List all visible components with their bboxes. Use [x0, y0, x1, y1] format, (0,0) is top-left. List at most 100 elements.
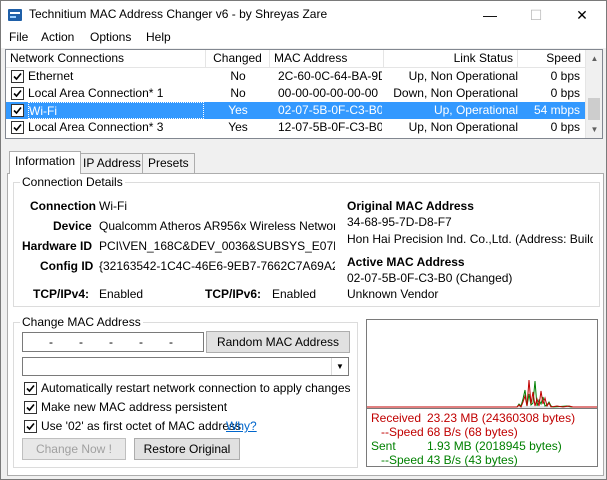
cell-status: Up, Non Operational: [408, 120, 518, 134]
mac-separator: -: [79, 335, 83, 349]
table-row-selected[interactable]: Wi-Fi Yes 02-07-5B-0F-C3-B0 Up, Operatio…: [6, 102, 586, 119]
hardware-id-label: Hardware ID: [22, 239, 93, 253]
sent-series-line: [367, 380, 597, 408]
connections-list[interactable]: Network Connections Changed MAC Address …: [5, 49, 603, 139]
table-row[interactable]: Ethernet No 2C-60-0C-64-BA-9D Up, Non Op…: [6, 68, 586, 85]
persistent-checkbox[interactable]: [24, 401, 37, 414]
config-id-label: Config ID: [40, 259, 94, 273]
connection-label: Connection: [30, 199, 96, 213]
mac-separator: -: [49, 335, 53, 349]
received-series-line: [367, 379, 597, 408]
col-speed[interactable]: Speed: [518, 50, 586, 68]
maximize-button[interactable]: ☐: [513, 1, 559, 29]
menu-file[interactable]: File: [9, 30, 28, 44]
title-bar[interactable]: Technitium MAC Address Changer v6 - by S…: [1, 1, 606, 29]
vendor-select[interactable]: ▼: [22, 357, 349, 376]
scroll-up-icon[interactable]: ▲: [586, 50, 603, 67]
cell-changed: Yes: [228, 103, 248, 117]
active-mac-value: 02-07-5B-0F-C3-B0 (Changed): [347, 271, 513, 285]
cell-name: Local Area Connection* 3: [28, 120, 164, 134]
menu-bar: File Action Options Help: [1, 29, 606, 48]
cell-changed: Yes: [228, 120, 248, 134]
use-02-label[interactable]: Use '02' as first octet of MAC address: [41, 419, 241, 433]
tab-presets[interactable]: Presets: [142, 153, 195, 173]
scroll-down-icon[interactable]: ▼: [586, 121, 603, 138]
minimize-button[interactable]: —: [467, 1, 513, 29]
original-vendor: Hon Hai Precision Ind. Co.,Ltd. (Address…: [347, 232, 593, 246]
mac-separator: -: [169, 335, 173, 349]
active-vendor: Unknown Vendor: [347, 287, 439, 301]
app-window: Technitium MAC Address Changer v6 - by S…: [0, 0, 607, 480]
cell-name: Wi-Fi: [28, 102, 204, 119]
cell-changed: No: [230, 86, 246, 100]
sent-value: 1.93 MB (2018945 bytes): [427, 439, 562, 453]
received-value: 23.23 MB (24360308 bytes): [427, 411, 576, 425]
tcp-ipv4-value: Enabled: [99, 287, 144, 301]
cell-speed: 0 bps: [550, 120, 580, 134]
chevron-down-icon[interactable]: ▼: [331, 358, 348, 375]
traffic-graph-panel: Received 23.23 MB (24360308 bytes) --Spe…: [366, 319, 598, 467]
col-changed[interactable]: Changed: [206, 50, 270, 68]
rx-speed-label: --Speed: [381, 425, 424, 439]
why-link[interactable]: Why?: [226, 419, 257, 433]
table-row[interactable]: Local Area Connection* 3 Yes 12-07-5B-0F…: [6, 119, 586, 136]
original-mac-label: Original MAC Address: [347, 199, 474, 213]
random-mac-button[interactable]: Random MAC Address: [206, 331, 350, 353]
col-link-status[interactable]: Link Status: [384, 50, 518, 68]
row-checkbox[interactable]: [11, 70, 24, 83]
change-mac-title: Change MAC Address: [20, 315, 143, 329]
cell-name: Local Area Connection* 1: [28, 86, 164, 100]
use-02-checkbox[interactable]: [24, 420, 37, 433]
original-mac-value: 34-68-95-7D-D8-F7: [347, 215, 452, 229]
auto-restart-checkbox[interactable]: [24, 382, 37, 395]
tcp-ipv4-label: TCP/IPv4:: [33, 287, 90, 301]
tx-speed-label: --Speed: [381, 453, 424, 467]
device-value: Qualcomm Atheros AR956x Wireless Network…: [99, 219, 335, 233]
table-row[interactable]: Local Area Connection* 1 No 00-00-00-00-…: [6, 85, 586, 102]
scroll-thumb[interactable]: [588, 98, 600, 120]
traffic-stats: Received 23.23 MB (24360308 bytes) --Spe…: [367, 408, 597, 467]
tx-speed-value: 43 B/s (43 bytes): [427, 453, 518, 467]
sent-label: Sent: [371, 439, 396, 453]
menu-action[interactable]: Action: [41, 30, 74, 44]
cell-mac: 2C-60-0C-64-BA-9D: [278, 69, 382, 83]
col-network-connections[interactable]: Network Connections: [6, 50, 206, 68]
config-id-value: {32163542-1C4C-46E6-9EB7-7662C7A69A20}: [99, 259, 335, 273]
tcp-ipv6-label: TCP/IPv6:: [205, 287, 262, 301]
menu-help[interactable]: Help: [146, 30, 171, 44]
cell-speed: 0 bps: [550, 69, 580, 83]
col-mac-address[interactable]: MAC Address: [270, 50, 384, 68]
cell-speed: 54 mbps: [533, 103, 580, 117]
close-button[interactable]: ✕: [559, 1, 605, 29]
rx-speed-value: 68 B/s (68 bytes): [427, 425, 518, 439]
cell-speed: 0 bps: [550, 86, 580, 100]
row-checkbox[interactable]: [11, 87, 24, 100]
mac-separator: -: [139, 335, 143, 349]
received-label: Received: [371, 411, 422, 425]
list-header: Network Connections Changed MAC Address …: [6, 50, 586, 68]
list-scrollbar[interactable]: ▲ ▼: [585, 50, 602, 138]
connection-value: Wi-Fi: [99, 199, 127, 213]
tcp-ipv6-value: Enabled: [272, 287, 317, 301]
persistent-label[interactable]: Make new MAC address persistent: [41, 400, 227, 414]
mac-address-input[interactable]: - - - - -: [22, 332, 204, 352]
app-logo-icon: [8, 9, 22, 21]
change-now-button[interactable]: Change Now !: [22, 438, 126, 460]
restore-original-button[interactable]: Restore Original: [134, 438, 240, 460]
active-mac-label: Active MAC Address: [347, 255, 465, 269]
cell-mac: 12-07-5B-0F-C3-B0: [278, 120, 382, 134]
cell-status: Up, Operational: [433, 103, 518, 117]
traffic-graph: [367, 379, 597, 408]
tab-ip-address[interactable]: IP Address: [77, 153, 147, 173]
row-checkbox[interactable]: [11, 121, 24, 134]
tab-information[interactable]: Information: [9, 151, 82, 174]
menu-options[interactable]: Options: [90, 30, 131, 44]
row-checkbox[interactable]: [11, 104, 24, 117]
mac-separator: -: [109, 335, 113, 349]
cell-status: Down, Non Operational: [393, 86, 518, 100]
auto-restart-label[interactable]: Automatically restart network connection…: [41, 381, 351, 395]
window-title: Technitium MAC Address Changer v6 - by S…: [29, 7, 328, 21]
hardware-id-value: PCI\VEN_168C&DEV_0036&SUBSYS_E07F105I: [99, 239, 335, 253]
connection-details-title: Connection Details: [20, 175, 125, 189]
cell-name: Ethernet: [28, 69, 74, 83]
